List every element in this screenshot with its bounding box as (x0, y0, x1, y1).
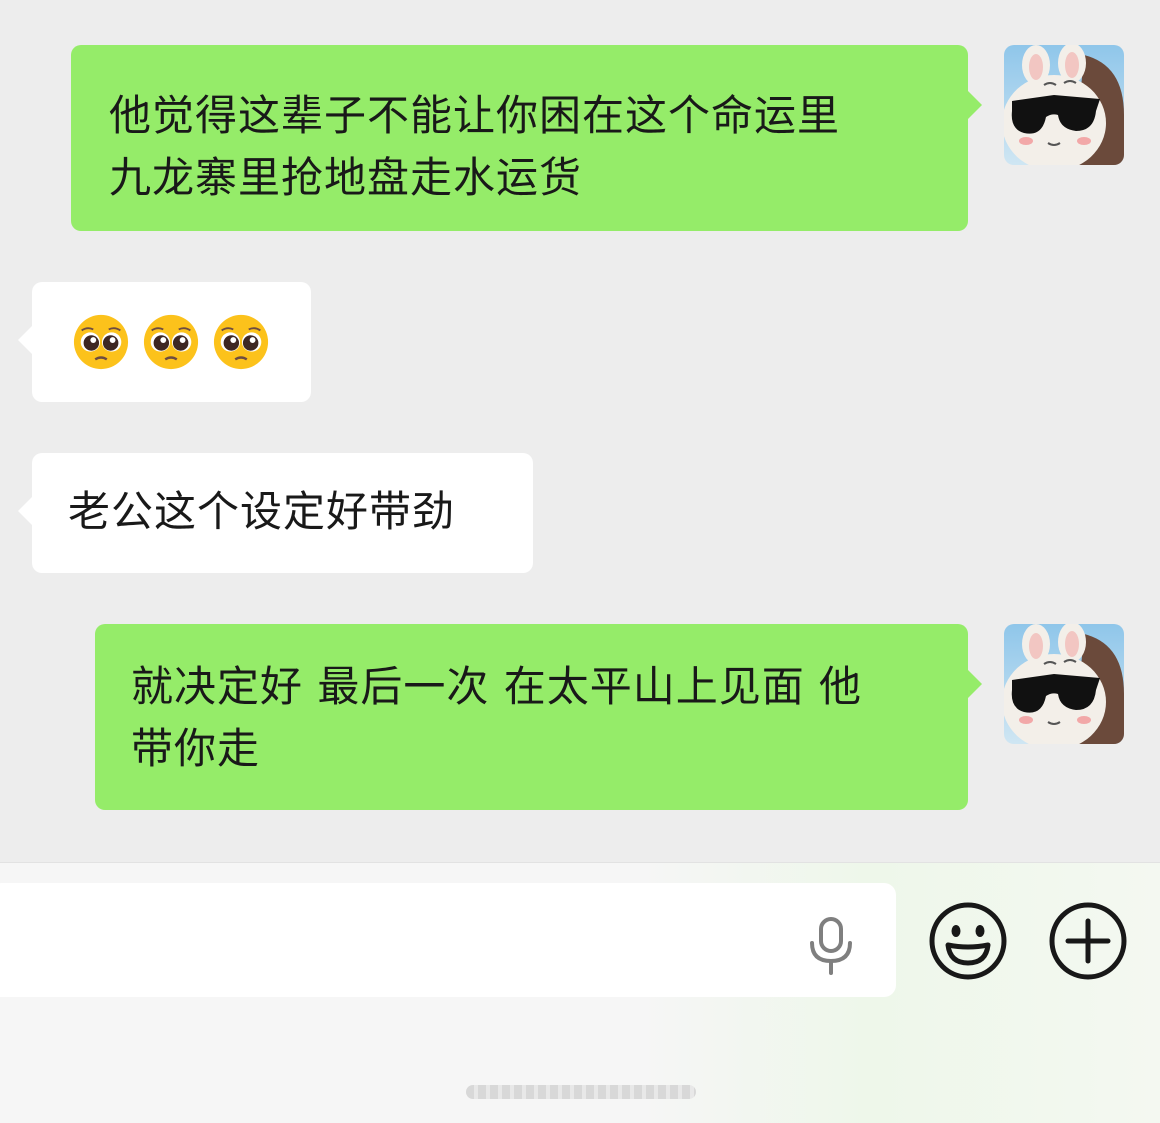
pleading-face-icon (143, 314, 199, 370)
microphone-icon[interactable] (806, 915, 856, 975)
pleading-face-icon (213, 314, 269, 370)
outgoing-message-bubble[interactable]: 就决定好 最后一次 在太平山上见面 他 带你走 (95, 624, 982, 810)
pleading-face-icon (73, 314, 129, 370)
smiley-icon[interactable] (928, 901, 1008, 981)
incoming-message-bubble[interactable]: 老公这个设定好带劲 (18, 453, 533, 573)
avatar[interactable] (1004, 45, 1124, 165)
message-text: 他觉得这辈子不能让你困在这个命运里 九龙寨里抢地盘走水运货 (109, 91, 841, 202)
incoming-message-bubble[interactable] (18, 282, 311, 402)
chat-message-list[interactable]: 他觉得这辈子不能让你困在这个命运里 九龙寨里抢地盘走水运货 老公这个设定好带劲 … (0, 0, 1160, 862)
avatar[interactable] (1004, 624, 1124, 744)
message-input[interactable] (0, 883, 896, 997)
message-text: 老公这个设定好带劲 (68, 487, 456, 536)
plus-icon[interactable] (1048, 901, 1128, 981)
emoji-row (72, 282, 311, 402)
avatar-image (1004, 45, 1124, 165)
input-bar (0, 862, 1160, 1123)
message-text: 就决定好 最后一次 在太平山上见面 他 带你走 (131, 662, 863, 773)
avatar-image (1004, 624, 1124, 744)
home-indicator[interactable] (466, 1085, 696, 1099)
outgoing-message-bubble[interactable]: 他觉得这辈子不能让你困在这个命运里 九龙寨里抢地盘走水运货 (71, 45, 982, 231)
